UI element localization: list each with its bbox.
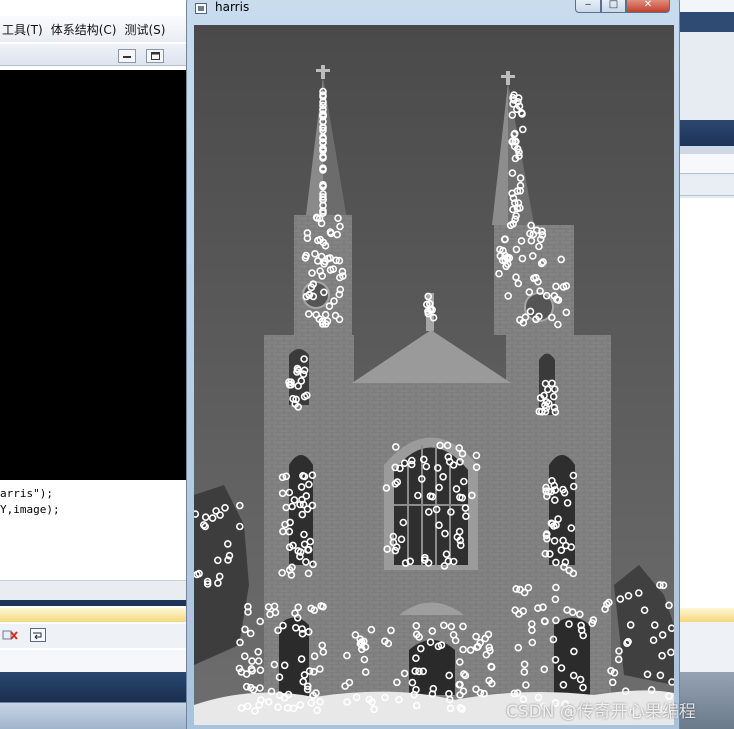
menu-architecture[interactable]: 体系结构(C) — [49, 21, 123, 38]
clear-icon — [2, 630, 18, 640]
harris-window[interactable]: harris ‒ □ ✕ — [186, 0, 680, 729]
code-line: arris"); — [0, 487, 53, 500]
code-line: Y,image); — [0, 503, 60, 516]
ide-background-right — [678, 0, 734, 729]
right-tab-row[interactable] — [678, 176, 734, 196]
restore-icon — [150, 52, 160, 60]
right-title-band — [678, 12, 734, 32]
word-wrap-icon[interactable] — [30, 627, 46, 645]
document-bar — [0, 44, 193, 66]
doc-restore-button[interactable] — [146, 49, 164, 63]
right-panel — [678, 32, 734, 120]
harris-image-view[interactable] — [194, 25, 674, 725]
right-tab-row[interactable] — [678, 154, 734, 174]
right-edge-top — [678, 0, 734, 12]
window-title: harris — [215, 0, 250, 14]
app-icon[interactable] — [195, 3, 207, 14]
menu-tools[interactable]: 工具(T) — [0, 21, 49, 38]
right-toolbar — [678, 608, 734, 622]
church-image — [194, 25, 674, 725]
ide-menubar: 工具(T) 体系结构(C) 测试(S) — [0, 16, 193, 42]
output-pane[interactable] — [0, 650, 193, 672]
watermark: CSDN @传奇开心果编程 — [506, 702, 696, 722]
minimize-icon: ‒ — [584, 0, 592, 10]
output-panel-header — [0, 608, 193, 622]
right-pane — [678, 622, 734, 672]
panel-divider — [0, 600, 193, 606]
editor-scrollbar[interactable] — [0, 580, 193, 600]
maximize-button[interactable]: □ — [601, 0, 626, 13]
output-toolbar — [0, 624, 193, 648]
maximize-icon: □ — [608, 0, 619, 10]
console-output[interactable] — [0, 70, 193, 480]
doc-minimize-button[interactable] — [118, 49, 136, 63]
code-editor[interactable]: arris"); Y,image); — [0, 483, 193, 578]
clear-output-icon[interactable] — [2, 628, 18, 645]
right-content — [678, 198, 734, 608]
right-divider — [678, 146, 734, 154]
close-button[interactable]: ✕ — [626, 0, 670, 13]
menu-test[interactable]: 测试(S) — [122, 21, 171, 38]
minimize-button[interactable]: ‒ — [575, 0, 601, 13]
close-icon: ✕ — [643, 0, 653, 10]
status-band — [0, 672, 193, 702]
taskbar — [0, 702, 193, 729]
wrap-icon — [30, 627, 46, 642]
ide-background-left: 工具(T) 体系结构(C) 测试(S) arris"); Y,image); — [0, 0, 193, 729]
minimize-icon — [123, 56, 131, 58]
right-header-band — [678, 120, 734, 146]
